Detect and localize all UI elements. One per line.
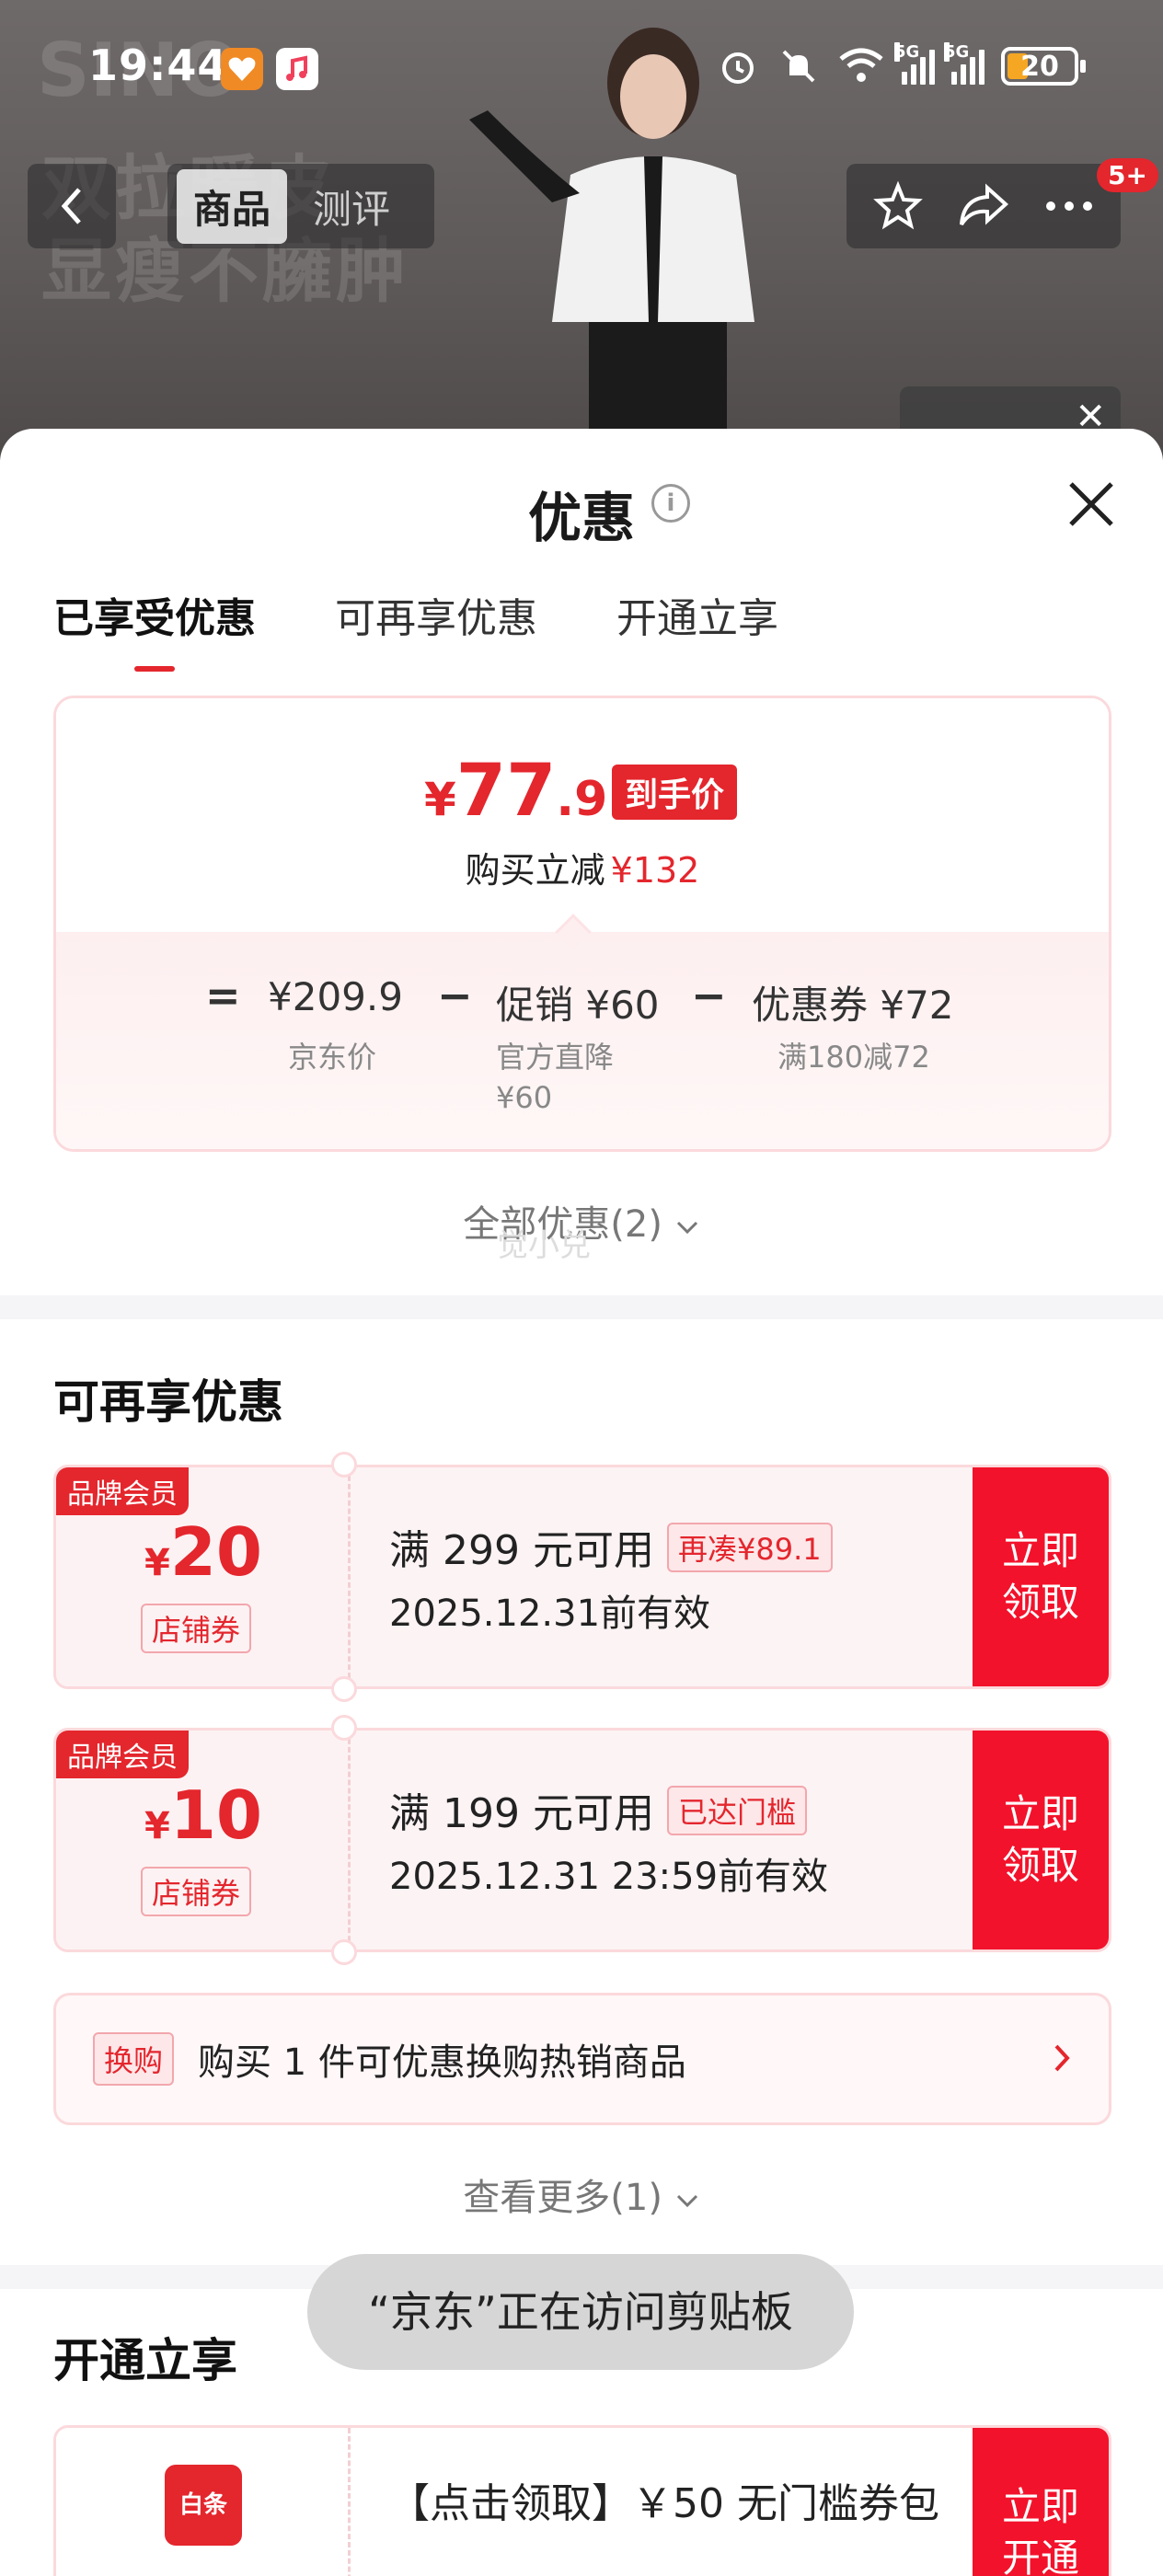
coupon-type: 店铺券 [141, 1867, 252, 1916]
save-line: 购买立减 ¥132 [465, 850, 700, 891]
swap-tag: 换购 [93, 2032, 175, 2086]
chevron-down-icon [676, 1221, 697, 1235]
tab-enjoyed[interactable]: 已享受优惠 [53, 585, 256, 672]
coupon-type: 店铺券 [141, 1604, 252, 1653]
baitiao-logo-icon: 白条 [165, 2465, 242, 2546]
coupon-amount: ¥20 [144, 1513, 263, 1591]
open-button[interactable]: 立即开通 [973, 2428, 1109, 2576]
chevron-right-icon [1054, 2044, 1070, 2072]
music-app-icon [276, 48, 318, 90]
coupon-expiry: 2025.12.31 23:59前有效 [389, 1856, 829, 1898]
app-heart-icon [221, 48, 263, 90]
promo-label: 官方直降 ¥60 [496, 1040, 615, 1115]
member-badge: 品牌会员 [56, 1467, 189, 1515]
minus-sign: − [691, 971, 727, 1020]
chevron-down-icon [676, 2194, 697, 2208]
alarm-icon [722, 52, 754, 84]
more-icon[interactable] [1043, 197, 1095, 215]
message-badge: 5+ [1097, 158, 1158, 192]
battery-icon: 20 [1001, 47, 1086, 86]
price-calculation: = ¥209.9 京东价 − 促销 ¥60 官方直降 ¥60 − 优惠券 ¥72 … [56, 932, 1109, 1149]
sheet-title: 优惠 [527, 487, 635, 549]
swap-text: 购买 1 件可优惠换购热销商品 [198, 2041, 686, 2084]
divider [0, 1295, 1163, 1319]
baitiao-card: 白条 京东白条 【点击领取】￥50 无门槛券包 立即开通 [53, 2425, 1111, 2576]
signal-icon: 5G [944, 42, 985, 85]
jd-price-value: ¥209.9 [268, 974, 403, 1019]
watermark: 觉小兑 [497, 1227, 591, 1264]
coupon-card: 品牌会员 ¥10 店铺券 满 199 元可用 已达门槛 2025.12.31 2… [53, 1728, 1111, 1952]
chevron-left-icon [61, 188, 81, 224]
baitiao-offer-text: 【点击领取】￥50 无门槛券包 [389, 2480, 939, 2527]
promo-value: 促销 ¥60 [496, 983, 660, 1028]
mute-bell-icon [782, 50, 815, 83]
signal-icon: 5G [894, 42, 935, 85]
coupon-card: 品牌会员 ¥20 店铺券 满 299 元可用 再凑¥89.1 2025.12.3… [53, 1465, 1111, 1689]
see-more-link[interactable]: 查看更多(1) [0, 2168, 1163, 2221]
coupon-condition: 满 299 元可用 [389, 1527, 654, 1574]
final-price: ¥77.9 [424, 750, 608, 833]
clipboard-toast: “京东”正在访问剪贴板 [307, 2254, 854, 2370]
equals-sign: = [205, 971, 241, 1020]
claim-button[interactable]: 立即领取 [973, 1731, 1109, 1949]
tab-more-offers[interactable]: 可再享优惠 [335, 585, 537, 644]
coupon-amount: ¥10 [144, 1777, 263, 1854]
final-price-tag: 到手价 [612, 765, 738, 820]
tab-review[interactable]: 测评 [296, 169, 407, 244]
clock: 19:44 [88, 40, 228, 90]
section-title-open: 开通立享 [53, 2334, 237, 2387]
price-breakdown-card: ¥77.9 到手价 购买立减 ¥132 = ¥209.9 京东价 − 促销 ¥60… [53, 696, 1111, 1152]
top-actions [846, 164, 1121, 248]
share-icon[interactable] [956, 180, 1011, 232]
section-title-more: 可再享优惠 [53, 1375, 283, 1429]
status-bar: 19:44 5G 5G 20 [0, 37, 1163, 110]
sheet-tabs: 已享受优惠 可再享优惠 开通立享 [53, 585, 778, 672]
baitiao-name: 京东白条 [93, 2566, 248, 2576]
close-icon[interactable] [1064, 477, 1119, 532]
back-button[interactable] [28, 164, 116, 248]
coupon-tag: 已达门槛 [667, 1786, 808, 1835]
jd-price-label: 京东价 [288, 1040, 377, 1075]
tab-goods[interactable]: 商品 [177, 168, 288, 244]
wifi-icon [839, 48, 883, 82]
coupon-condition: 满 199 元可用 [389, 1790, 654, 1837]
info-icon[interactable]: i [651, 484, 690, 523]
coupon-expiry: 2025.12.31前有效 [389, 1593, 711, 1635]
tab-open-enjoy[interactable]: 开通立享 [616, 585, 778, 644]
claim-button[interactable]: 立即领取 [973, 1467, 1109, 1686]
coupon-value: 优惠券 ¥72 [752, 983, 954, 1028]
top-tabs: 商品 测评 [167, 164, 434, 248]
coupon-label: 满180减72 [777, 1040, 930, 1075]
star-icon[interactable] [872, 180, 924, 232]
minus-sign: − [437, 971, 473, 1020]
coupon-tag: 再凑¥89.1 [667, 1523, 833, 1572]
member-badge: 品牌会员 [56, 1731, 189, 1778]
swap-offer-row[interactable]: 换购 购买 1 件可优惠换购热销商品 [53, 1993, 1111, 2125]
